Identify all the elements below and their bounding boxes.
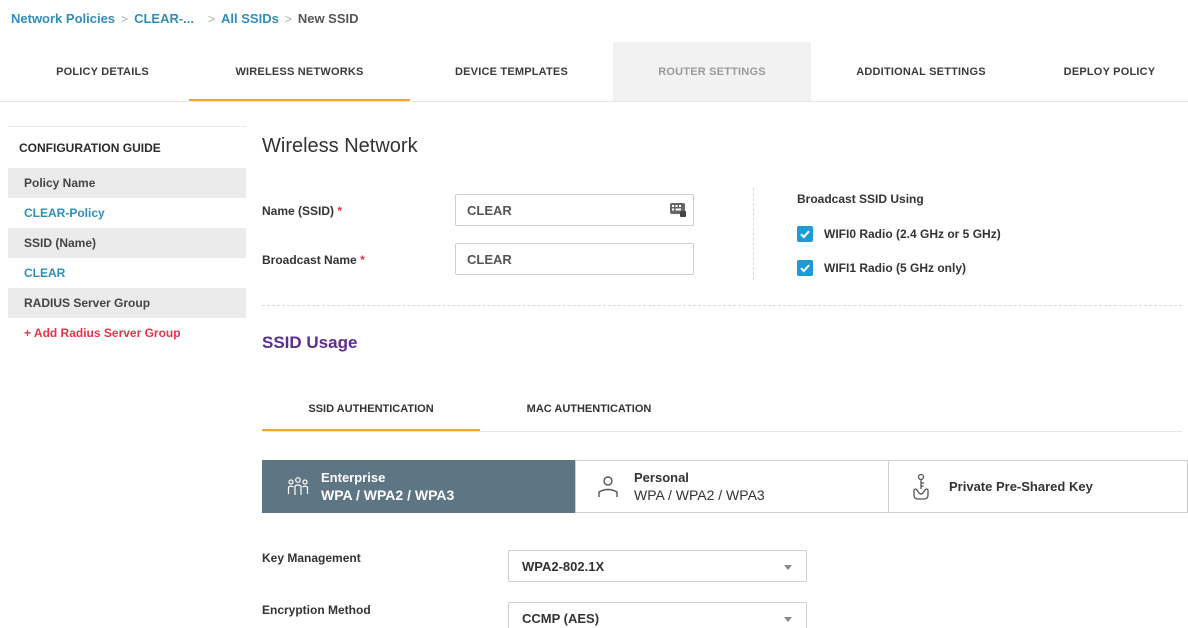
guide-title: CONFIGURATION GUIDE [8,126,246,168]
breadcrumb-policy[interactable]: CLEAR-... [134,11,194,26]
enterprise-subtitle: WPA / WPA2 / WPA3 [321,487,455,503]
breadcrumb-separator: > [284,11,292,26]
user-icon [598,475,618,497]
wifi0-checkbox[interactable] [797,226,813,242]
subtab-ssid-authentication[interactable]: SSID AUTHENTICATION [262,385,480,432]
personal-title: Personal [634,470,689,485]
tab-additional-settings[interactable]: ADDITIONAL SETTINGS [811,42,1031,102]
tab-router-settings: ROUTER SETTINGS [613,42,811,102]
key-management-label: Key Management [262,551,361,565]
tab-deploy-policy[interactable]: DEPLOY POLICY [1031,42,1188,102]
broadcast-name-input[interactable] [455,243,694,275]
encryption-method-select[interactable]: CCMP (AES) [508,602,807,628]
subtab-mac-authentication[interactable]: MAC AUTHENTICATION [480,385,698,432]
page-title: Wireless Network [262,135,418,157]
encryption-method-value: CCMP (AES) [522,610,600,626]
enterprise-title: Enterprise [321,470,386,485]
breadcrumb: Network Policies > CLEAR-... > All SSIDs… [11,11,359,26]
wifi0-radio-option[interactable]: WIFI0 Radio (2.4 GHz or 5 GHz) [797,226,1001,242]
tab-wireless-networks[interactable]: WIRELESS NETWORKS [189,42,410,102]
key-management-value: WPA2-802.1X [522,558,605,574]
key-management-select[interactable]: WPA2-802.1X [508,550,807,582]
broadcast-name-label-text: Broadcast Name [262,253,357,267]
section-divider [262,305,1182,306]
breadcrumb-separator: > [208,11,216,26]
broadcast-name-label: Broadcast Name * [262,253,365,267]
ssid-name-input[interactable] [455,194,694,226]
wifi1-checkbox[interactable] [797,260,813,276]
wifi0-label: WIFI0 Radio (2.4 GHz or 5 GHz) [824,227,1001,241]
name-ssid-label: Name (SSID) * [262,204,342,218]
private-psk-card[interactable]: Private Pre-Shared Key [888,460,1188,513]
keyboard-icon[interactable] [669,200,687,218]
private-psk-title: Private Pre-Shared Key [949,479,1093,494]
subtabs-divider [262,431,1182,432]
guide-policy-value[interactable]: CLEAR-Policy [8,198,246,228]
users-group-icon [287,476,309,495]
key-hand-icon [913,473,929,500]
form-vertical-divider [753,188,754,280]
guide-radius-label: RADIUS Server Group [8,288,246,318]
chevron-down-icon [784,617,792,622]
tab-device-templates[interactable]: DEVICE TEMPLATES [410,42,613,102]
encryption-method-label: Encryption Method [262,603,371,617]
guide-ssid-label: SSID (Name) [8,228,246,258]
chevron-down-icon [784,565,792,570]
wifi1-label: WIFI1 Radio (5 GHz only) [824,261,967,275]
required-mark: * [337,204,343,218]
wifi1-radio-option[interactable]: WIFI1 Radio (5 GHz only) [797,260,966,276]
add-radius-server-group-link[interactable]: + Add Radius Server Group [8,318,246,348]
breadcrumb-separator: > [121,11,129,26]
breadcrumb-current: New SSID [297,11,359,26]
breadcrumb-all-ssids[interactable]: All SSIDs [221,11,279,26]
personal-subtitle: WPA / WPA2 / WPA3 [634,487,765,503]
breadcrumb-network-policies[interactable]: Network Policies [11,11,115,26]
name-ssid-label-text: Name (SSID) [262,204,335,218]
broadcast-ssid-using-title: Broadcast SSID Using [797,192,924,206]
guide-policy-label: Policy Name [8,168,246,198]
configuration-guide: CONFIGURATION GUIDE Policy Name CLEAR-Po… [8,126,246,348]
enterprise-card[interactable]: Enterprise WPA / WPA2 / WPA3 [262,460,576,513]
ssid-usage-title: SSID Usage [262,333,358,352]
personal-card[interactable]: Personal WPA / WPA2 / WPA3 [575,460,889,513]
checkmark-icon [800,230,810,239]
tabs-divider [0,101,1188,102]
checkmark-icon [800,264,810,273]
guide-ssid-value[interactable]: CLEAR [8,258,246,288]
tab-policy-details[interactable]: POLICY DETAILS [0,42,205,102]
required-mark: * [360,253,365,267]
policy-tabs: POLICY DETAILS WIRELESS NETWORKS DEVICE … [0,42,1188,102]
